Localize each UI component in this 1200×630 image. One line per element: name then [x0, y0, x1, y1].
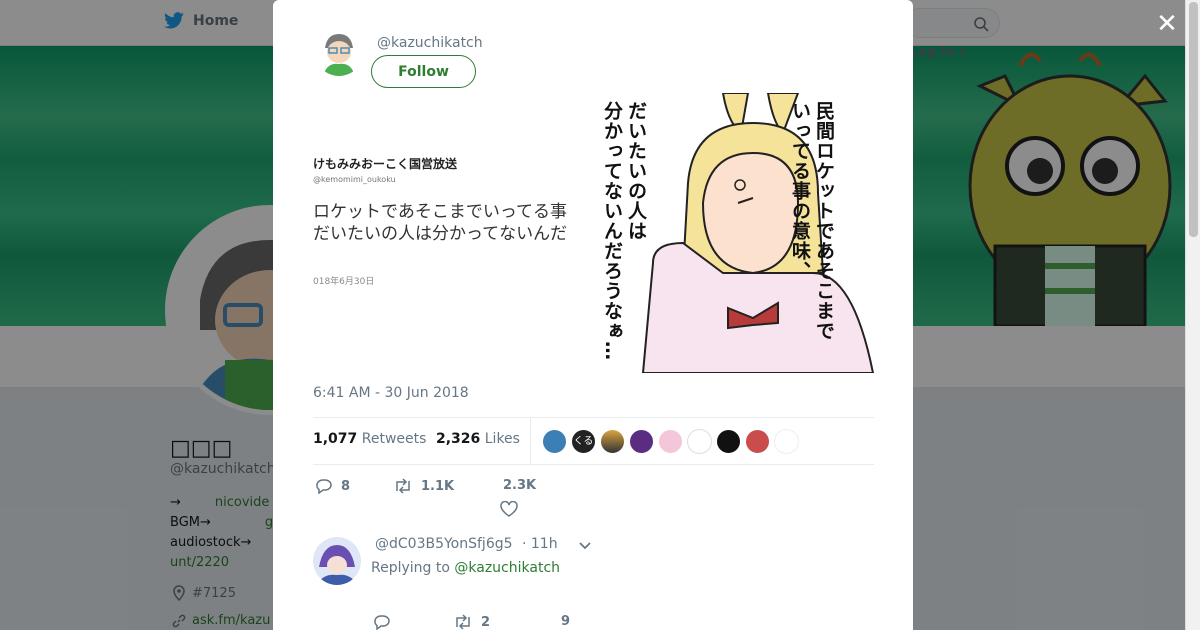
- retweet-icon: [396, 478, 410, 494]
- close-modal-button[interactable]: ✕: [1153, 10, 1181, 38]
- reply-author-handle[interactable]: @dC03B5YonSfj6g5: [375, 536, 513, 552]
- manga-vertical-text: 分かってないんだろうなぁ…: [601, 101, 623, 361]
- likes-label: Likes: [484, 431, 520, 447]
- liker-avatar[interactable]: [745, 429, 770, 454]
- retweets-label: Retweets: [361, 431, 427, 447]
- scrollbar-thumb[interactable]: [1189, 2, 1198, 237]
- image-quoted-tweet: けもみみおーこく国営放送 @kemomimi_oukoku ロケットであそこまで…: [313, 93, 613, 373]
- retweets-count: 1,077: [313, 431, 358, 447]
- manga-vertical-text: だいたいの人は: [625, 101, 647, 241]
- liker-avatar[interactable]: くる: [571, 429, 596, 454]
- author-avatar[interactable]: [315, 28, 363, 76]
- reply-like-count: 9: [561, 614, 571, 629]
- reply-action[interactable]: 8: [315, 478, 350, 494]
- heart-icon[interactable]: [500, 501, 518, 518]
- reply-icon: [374, 615, 390, 630]
- retweet-icon: [456, 614, 470, 630]
- replying-prefix: Replying to: [371, 560, 450, 576]
- manga-vertical-text: 民間ロケットであそこまで: [813, 101, 835, 341]
- page-scrollbar[interactable]: [1185, 0, 1200, 630]
- likes-count: 2,326: [436, 431, 481, 447]
- follow-button[interactable]: Follow: [371, 55, 476, 88]
- reply-author-avatar[interactable]: [313, 537, 361, 585]
- retweet-action[interactable]: 1.1K: [393, 478, 454, 494]
- image-account-name: けもみみおーこく国営放送: [313, 157, 458, 171]
- author-handle[interactable]: @kazuchikatch: [377, 35, 483, 51]
- liker-avatars: くる: [542, 429, 799, 454]
- stats-divider: [530, 418, 531, 464]
- tweet-stats: 1,077 Retweets 2,326 Likes くる: [313, 417, 874, 465]
- reply-time[interactable]: · 11h: [522, 536, 558, 552]
- reply-retweet-action[interactable]: 2: [453, 614, 490, 630]
- tweet-timestamp[interactable]: 6:41 AM - 30 Jun 2018: [313, 385, 469, 401]
- reply-count: 8: [341, 478, 351, 494]
- like-action[interactable]: 2.3K: [503, 478, 536, 493]
- liker-avatar[interactable]: [774, 429, 799, 454]
- image-text-line: だいたいの人は分かってないんだ: [313, 224, 568, 244]
- retweets-stat[interactable]: 1,077 Retweets: [313, 431, 426, 447]
- liker-avatar[interactable]: [542, 429, 567, 454]
- replying-to-line: Replying to @kazuchikatch: [371, 560, 560, 576]
- like-count: 2.3K: [503, 478, 537, 493]
- reply-tweet[interactable]: @dC03B5YonSfj6g5 · 11h Replying to @kazu…: [313, 535, 874, 595]
- liker-avatar[interactable]: [629, 429, 654, 454]
- image-manga-panel: 民間ロケットであそこまで いってる事の意味、 だいたいの人は 分かってないんだろ…: [601, 93, 874, 373]
- image-account-handle: @kemomimi_oukoku: [313, 175, 396, 184]
- liker-avatar[interactable]: [658, 429, 683, 454]
- tweet-image[interactable]: けもみみおーこく国営放送 @kemomimi_oukoku ロケットであそこまで…: [313, 93, 874, 373]
- reply-tweet-actions: 2 9: [313, 614, 874, 630]
- likes-stat[interactable]: 2,326 Likes: [436, 431, 520, 447]
- tweet-modal: @kazuchikatch Follow けもみみおーこく国営放送 @kemom…: [273, 0, 913, 630]
- retweet-count: 1.1K: [421, 478, 455, 494]
- reply-retweet-count: 2: [481, 614, 491, 630]
- liker-avatar[interactable]: [716, 429, 741, 454]
- author-avatar-illustration: [315, 28, 363, 76]
- tweet-actions: 8 1.1K 2.3K: [313, 476, 874, 516]
- liker-avatar[interactable]: [687, 429, 712, 454]
- reply-like-action[interactable]: 9: [561, 614, 570, 629]
- reply-avatar-illustration: [313, 537, 361, 585]
- replying-to-link[interactable]: @kazuchikatch: [454, 560, 560, 576]
- manga-vertical-text: いってる事の意味、: [789, 101, 811, 281]
- reply-reply-action[interactable]: [373, 614, 399, 630]
- image-date: 018年6月30日: [313, 277, 375, 287]
- chevron-down-icon[interactable]: [578, 538, 592, 552]
- reply-icon: [316, 479, 332, 494]
- liker-avatar[interactable]: [600, 429, 625, 454]
